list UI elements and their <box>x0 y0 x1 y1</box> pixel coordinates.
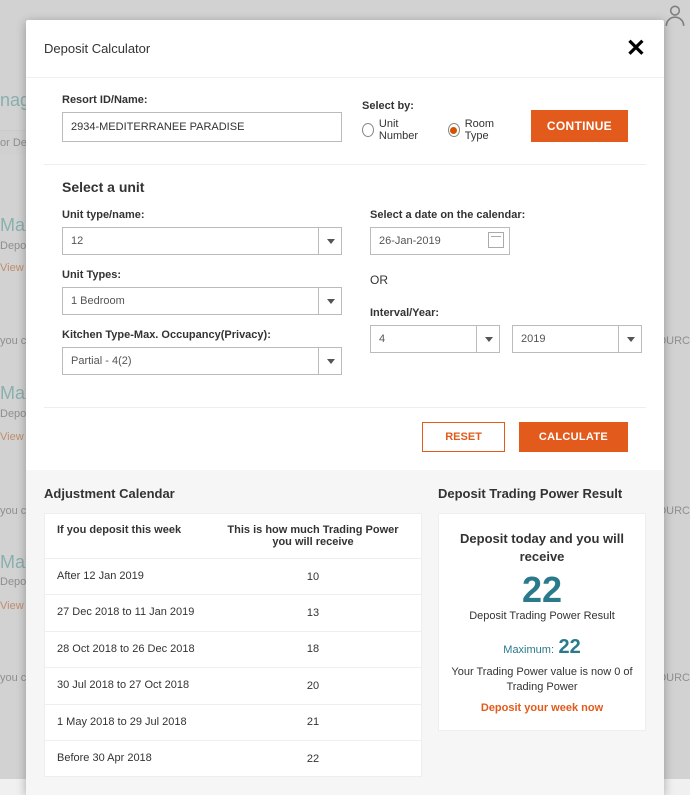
select-by-label: Select by: <box>362 100 511 112</box>
reset-button[interactable]: RESET <box>422 422 505 452</box>
deposit-week-link[interactable]: Deposit your week now <box>449 702 635 714</box>
table-row: After 12 Jan 201910 <box>45 559 421 595</box>
radio-label: Unit Number <box>379 118 430 142</box>
radio-icon <box>448 123 460 137</box>
table-row: Before 30 Apr 201822 <box>45 741 421 776</box>
or-divider: OR <box>370 273 642 287</box>
interval-select[interactable]: 4 <box>370 325 500 353</box>
kitchen-type-label: Kitchen Type-Max. Occupancy(Privacy): <box>62 329 342 341</box>
period-cell: After 12 Jan 2019 <box>57 569 217 584</box>
chevron-down-icon <box>318 227 342 255</box>
modal-header: Deposit Calculator ✕ <box>26 20 664 78</box>
maximum-value: 22 <box>558 636 580 658</box>
select-value: 12 <box>62 227 342 255</box>
select-value: 1 Bedroom <box>62 287 342 315</box>
close-icon[interactable]: ✕ <box>626 34 646 63</box>
power-cell: 10 <box>217 571 409 583</box>
period-cell: 30 Jul 2018 to 27 Oct 2018 <box>57 678 217 693</box>
modal-title: Deposit Calculator <box>44 41 150 56</box>
adjustment-table: If you deposit this week This is how muc… <box>44 513 422 777</box>
unit-type-name-select[interactable]: 12 <box>62 227 342 255</box>
table-row: 28 Oct 2018 to 26 Dec 201818 <box>45 632 421 668</box>
result-heading: Deposit today and you will receive <box>449 530 635 566</box>
maximum-label: Maximum: <box>503 644 554 656</box>
adjustment-calendar-title: Adjustment Calendar <box>44 486 422 501</box>
date-input[interactable] <box>370 227 510 255</box>
radio-label: Room Type <box>465 118 511 142</box>
kitchen-type-select[interactable]: Partial - 4(2) <box>62 347 342 375</box>
trading-power-result-title: Deposit Trading Power Result <box>438 486 646 501</box>
result-subtitle: Deposit Trading Power Result <box>449 610 635 622</box>
chevron-down-icon <box>318 347 342 375</box>
table-row: 27 Dec 2018 to 11 Jan 201913 <box>45 595 421 631</box>
period-cell: 27 Dec 2018 to 11 Jan 2019 <box>57 605 217 620</box>
result-big-value: 22 <box>449 570 635 610</box>
resort-id-label: Resort ID/Name: <box>62 94 342 106</box>
chevron-down-icon <box>476 325 500 353</box>
chevron-down-icon <box>618 325 642 353</box>
table-row: 1 May 2018 to 29 Jul 201821 <box>45 705 421 741</box>
chevron-down-icon <box>318 287 342 315</box>
period-cell: Before 30 Apr 2018 <box>57 751 217 766</box>
table-header-period: If you deposit this week <box>57 524 217 548</box>
table-header-power: This is how much Trading Power you will … <box>217 524 409 548</box>
power-cell: 13 <box>217 607 409 619</box>
unit-types-select[interactable]: 1 Bedroom <box>62 287 342 315</box>
select-date-label: Select a date on the calendar: <box>370 209 642 221</box>
trading-power-text: Your Trading Power value is now 0 of Tra… <box>449 665 635 696</box>
select-value: Partial - 4(2) <box>62 347 342 375</box>
deposit-calculator-modal: Deposit Calculator ✕ Resort ID/Name: Sel… <box>26 20 664 795</box>
resort-id-input[interactable] <box>62 112 342 142</box>
select-unit-heading: Select a unit <box>62 179 628 195</box>
radio-icon <box>362 123 374 137</box>
continue-button[interactable]: CONTINUE <box>531 110 628 142</box>
table-row: 30 Jul 2018 to 27 Oct 201820 <box>45 668 421 704</box>
calculate-button[interactable]: CALCULATE <box>519 422 628 452</box>
calendar-icon[interactable] <box>488 232 504 248</box>
unit-type-name-label: Unit type/name: <box>62 209 342 221</box>
power-cell: 20 <box>217 680 409 692</box>
power-cell: 21 <box>217 716 409 728</box>
period-cell: 28 Oct 2018 to 26 Dec 2018 <box>57 642 217 657</box>
power-cell: 18 <box>217 643 409 655</box>
interval-year-label: Interval/Year: <box>370 307 642 319</box>
trading-power-result-box: Deposit today and you will receive 22 De… <box>438 513 646 731</box>
year-select[interactable]: 2019 <box>512 325 642 353</box>
power-cell: 22 <box>217 753 409 765</box>
unit-types-label: Unit Types: <box>62 269 342 281</box>
period-cell: 1 May 2018 to 29 Jul 2018 <box>57 715 217 730</box>
radio-room-type[interactable]: Room Type <box>448 118 511 142</box>
radio-unit-number[interactable]: Unit Number <box>362 118 430 142</box>
